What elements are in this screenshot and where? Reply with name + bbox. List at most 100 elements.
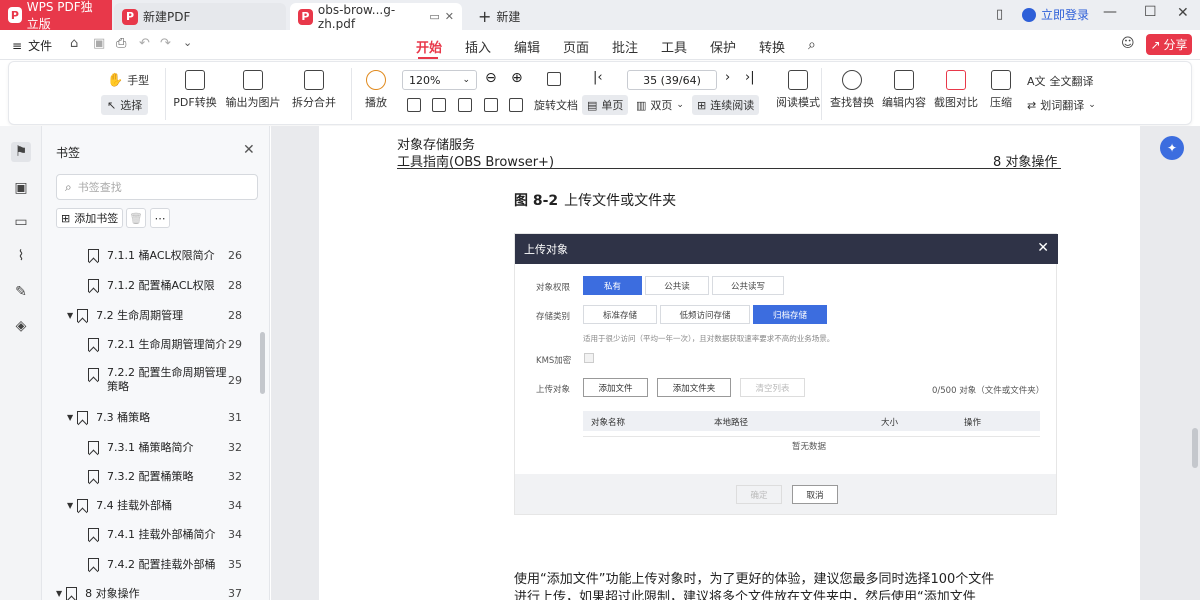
delete-icon[interactable]: 🗑 xyxy=(126,208,146,228)
export-image-button[interactable]: 输出为图片 xyxy=(225,70,281,110)
bookmark-item[interactable]: 7.4.1 挂载外部桶简介 34 xyxy=(42,526,270,542)
screen-icon[interactable]: ▭ xyxy=(429,10,439,23)
bookmark-item[interactable]: ▼ 8 对象操作 37 xyxy=(42,585,270,600)
col-action: 操作 xyxy=(964,418,982,428)
bookmark-item[interactable]: ▼ 7.2 生命周期管理 28 xyxy=(42,307,270,323)
menu-convert[interactable]: 转换 xyxy=(759,37,785,56)
bookmark-item[interactable]: 7.3.2 配置桶策略 32 xyxy=(42,468,270,484)
storage-note: 适用于很少访问（平均一年一次），且对数据获取速率要求不高的业务场景。 xyxy=(583,334,835,343)
hand-tool[interactable]: ✋ 手型 xyxy=(107,72,149,88)
read-mode-button[interactable]: 阅读模式 xyxy=(773,70,823,110)
fit-height-icon[interactable] xyxy=(458,98,472,112)
bookmark-item[interactable]: 7.4.2 配置挂载外部桶 35 xyxy=(42,556,270,572)
chevron-down-icon: ⌄ xyxy=(676,100,684,110)
close-tab-icon[interactable]: ✕ xyxy=(445,10,454,23)
new-tab-button[interactable]: + 新建 xyxy=(470,3,528,30)
login-button[interactable]: 立即登录 xyxy=(1022,6,1089,23)
menu-insert[interactable]: 插入 xyxy=(465,37,491,56)
body-text-line-2: 进行上传，如果超过此限制，建议将多个文件放在文件夹中，然后使用“添加文件 xyxy=(514,590,976,600)
bookmark-search-input[interactable]: ⌕ 书签查找 xyxy=(56,174,258,200)
tab-document[interactable]: P obs-brow...g-zh.pdf ▭ ✕ xyxy=(290,3,462,31)
more-icon[interactable]: ⋯ xyxy=(150,208,170,228)
single-page-button[interactable]: ▤ 单页 xyxy=(582,95,629,115)
bookmark-item[interactable]: 7.2.1 生命周期管理简介 29 xyxy=(42,336,270,352)
select-tool[interactable]: ↖ 选择 xyxy=(101,95,149,115)
caret-down-icon[interactable]: ▼ xyxy=(67,311,73,320)
chevron-down-icon[interactable]: ⌄ xyxy=(183,36,192,49)
redo-icon[interactable]: ↷ xyxy=(160,36,171,51)
caret-down-icon[interactable]: ▼ xyxy=(67,413,73,422)
bookmark-item[interactable]: ▼ 7.4 挂载外部桶 34 xyxy=(42,497,270,513)
undo-icon[interactable]: ↶ xyxy=(139,36,150,51)
next-page-icon[interactable]: › xyxy=(725,70,730,85)
first-page-icon[interactable]: |‹ xyxy=(593,70,603,85)
file-menu[interactable]: ≡ 文件 xyxy=(12,37,52,54)
zoom-select[interactable]: 120% ⌄ xyxy=(402,70,477,90)
bookmark-item[interactable]: 7.3.1 桶策略简介 32 xyxy=(42,439,270,455)
screenshot-compare-button[interactable]: 截图对比 xyxy=(933,70,979,110)
assistant-icon[interactable]: ✦ xyxy=(1160,136,1184,160)
chat-icon[interactable]: ☺ xyxy=(1121,36,1135,51)
menu-page[interactable]: 页面 xyxy=(563,37,589,56)
caret-down-icon[interactable]: ▼ xyxy=(56,589,62,598)
menu-protect[interactable]: 保护 xyxy=(710,37,736,56)
save-icon[interactable]: ▣ xyxy=(93,36,105,51)
tab-wps-label: WPS PDF独立版 xyxy=(26,0,93,31)
pdf-convert-button[interactable]: PDF转换 xyxy=(169,70,221,110)
continuous-label: 连续阅读 xyxy=(710,99,755,112)
bookmark-label: 7.2 生命周期管理 xyxy=(96,309,184,322)
play-button[interactable]: 播放 xyxy=(359,70,393,110)
rotate-left-icon[interactable] xyxy=(484,98,498,112)
close-icon[interactable]: ✕ xyxy=(243,142,255,158)
fit-width-icon[interactable] xyxy=(432,98,446,112)
maximize-icon[interactable]: ☐ xyxy=(1144,4,1157,20)
double-page-button[interactable]: ▥ 双页 ⌄ xyxy=(636,97,684,113)
last-page-icon[interactable]: ›| xyxy=(745,70,755,85)
menu-start[interactable]: 开始 xyxy=(416,37,442,56)
add-bookmark-button[interactable]: ⊞ 添加书签 xyxy=(56,208,124,228)
continuous-read-button[interactable]: ⊞ 连续阅读 xyxy=(692,95,760,115)
layers-icon[interactable]: ◈ xyxy=(11,316,31,336)
thumbnail-icon[interactable]: ▣ xyxy=(11,178,31,198)
bookmark-panel-icon[interactable]: ⚑ xyxy=(11,142,31,162)
rotate-document-button[interactable]: 旋转文档 xyxy=(534,97,578,113)
attachment-icon[interactable]: ⌇ xyxy=(11,246,31,266)
signature-icon[interactable]: ✎ xyxy=(11,282,31,302)
bookmark-item[interactable]: 7.2.2 配置生命周期管理 策略 29 xyxy=(42,366,270,394)
bookmark-scrollbar[interactable] xyxy=(260,332,265,394)
compress-button[interactable]: 压缩 xyxy=(985,70,1017,110)
bookmark-item[interactable]: ▼ 7.3 桶策略 31 xyxy=(42,409,270,425)
bookmark-label: 7.3.2 配置桶策略 xyxy=(107,470,194,483)
zoom-out-icon[interactable]: ⊖ xyxy=(485,70,497,86)
open-folder-icon[interactable]: ⌂ xyxy=(70,36,78,51)
actual-size-icon[interactable] xyxy=(407,98,421,112)
play-icon xyxy=(366,70,386,90)
bookmark-item[interactable]: 7.1.1 桶ACL权限简介 26 xyxy=(42,247,270,263)
tab-new-pdf[interactable]: P 新建PDF xyxy=(114,3,286,30)
document-scrollbar[interactable] xyxy=(1192,428,1198,468)
menu-comment[interactable]: 批注 xyxy=(612,37,638,56)
zoom-in-icon[interactable]: ⊕ xyxy=(511,70,523,86)
caret-down-icon[interactable]: ▼ xyxy=(67,501,73,510)
bookmark-item[interactable]: 7.1.2 配置桶ACL权限 28 xyxy=(42,277,270,293)
edit-content-button[interactable]: 编辑内容 xyxy=(881,70,927,110)
fit-page-icon[interactable] xyxy=(547,72,561,86)
tablet-icon[interactable]: ▯ xyxy=(996,7,1003,22)
edit-content-label: 编辑内容 xyxy=(882,96,926,109)
find-replace-button[interactable]: 查找替换 xyxy=(829,70,875,110)
comment-icon[interactable]: ▭ xyxy=(11,212,31,232)
word-translate-button[interactable]: ⇄ 划词翻译 ⌄ xyxy=(1027,97,1096,113)
rotate-right-icon[interactable] xyxy=(509,98,523,112)
full-translate-button[interactable]: A文 全文翻译 xyxy=(1027,73,1094,89)
share-button[interactable]: ↗ 分享 xyxy=(1146,34,1192,55)
split-merge-button[interactable]: 拆分合并 xyxy=(285,70,343,110)
menu-tools[interactable]: 工具 xyxy=(661,37,687,56)
minimize-icon[interactable]: — xyxy=(1103,4,1117,20)
search-icon[interactable]: ⌕ xyxy=(808,37,816,53)
close-window-icon[interactable]: ✕ xyxy=(1177,5,1189,21)
bookmark-label: 7.4.2 配置挂载外部桶 xyxy=(107,558,216,571)
tab-wps-app[interactable]: P WPS PDF独立版 xyxy=(0,0,112,31)
page-number-input[interactable]: 35 (39/64) xyxy=(627,70,717,90)
menu-edit[interactable]: 编辑 xyxy=(514,37,540,56)
print-icon[interactable]: ⎙ xyxy=(116,36,126,51)
